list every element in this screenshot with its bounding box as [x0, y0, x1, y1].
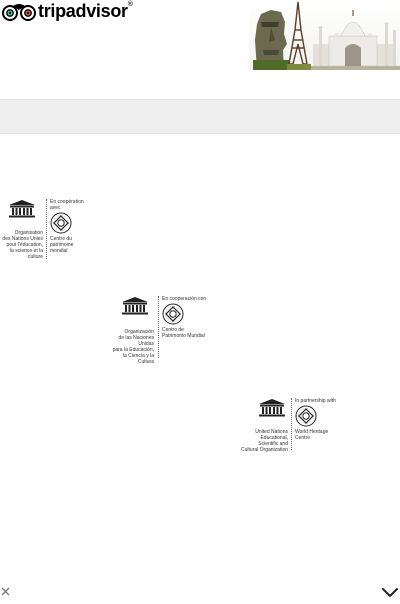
unesco-org-block: United Nations Educational, Scientific a… — [240, 398, 288, 453]
unesco-temple-icon — [122, 297, 148, 315]
landmarks-collage — [249, 0, 400, 70]
unesco-temple-icon — [9, 200, 35, 218]
unesco-org-block: Organisation des Nations Unies pour l'éd… — [2, 199, 43, 260]
world-heritage-emblem-icon — [50, 212, 72, 234]
close-icon[interactable] — [0, 586, 11, 597]
unesco-temple-icon — [259, 399, 285, 417]
unesco-logo-fr: Organisation des Nations Unies pour l'éd… — [2, 199, 92, 261]
world-heritage-emblem-icon — [162, 303, 184, 325]
unesco-logo-es: Organización de las Naciones Unidas para… — [111, 296, 221, 365]
header: tripadvisor® — [0, 0, 400, 72]
tripadvisor-logo[interactable]: tripadvisor® — [2, 1, 133, 22]
unesco-partner-block: En cooperación con Centro de Patrimonio … — [162, 296, 207, 339]
world-heritage-emblem-icon — [295, 405, 317, 427]
unesco-partner-block: En coopération avec Centre du patrimoine… — [50, 199, 84, 254]
unesco-logo-en: United Nations Educational, Scientific a… — [240, 398, 340, 453]
brand-name: tripadvisor® — [38, 1, 133, 21]
unesco-partner-block: In partnership with World Heritage Centr… — [295, 398, 336, 441]
owl-eyes-icon — [2, 3, 36, 21]
unesco-org-block: Organización de las Naciones Unidas para… — [111, 296, 154, 365]
grey-banner — [0, 99, 400, 134]
chevron-down-icon[interactable] — [381, 586, 399, 598]
